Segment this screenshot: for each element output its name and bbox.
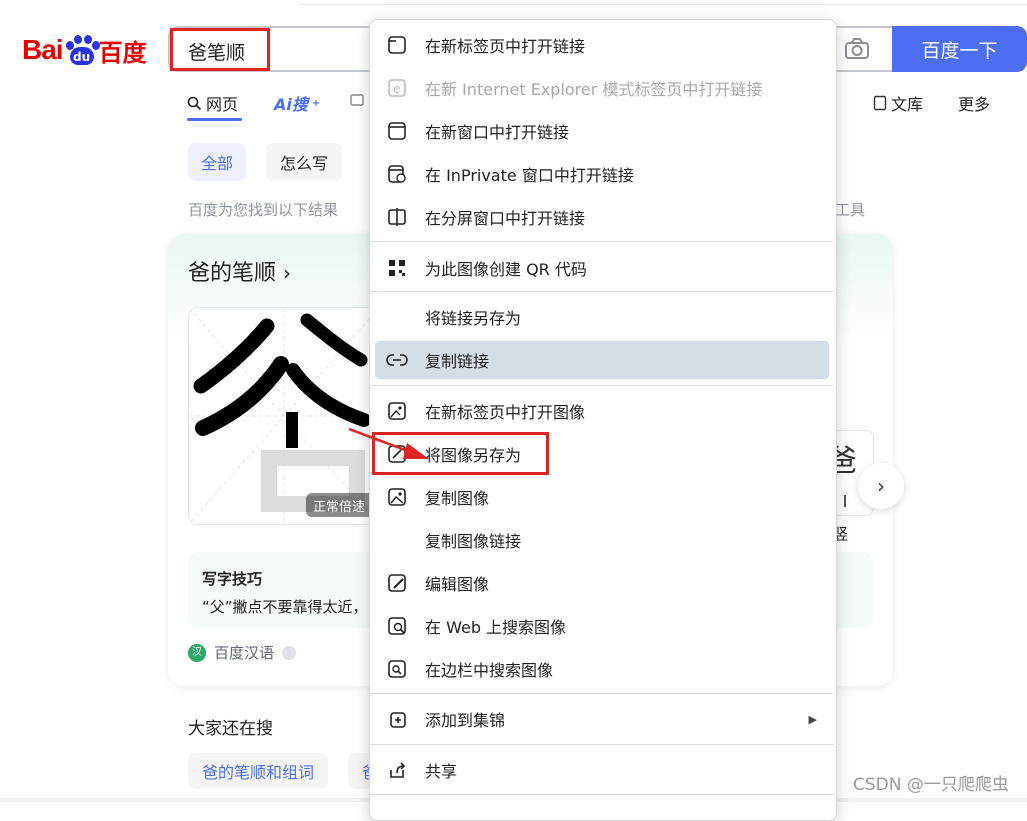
inprivate-icon [385, 162, 409, 186]
qr-code-icon [385, 256, 409, 280]
link-icon [385, 348, 409, 372]
tab-web[interactable]: 网页 [187, 91, 238, 115]
paw-icon: du [64, 35, 100, 65]
csdn-watermark: CSDN @一只爬爬虫 [853, 775, 1009, 795]
camera-icon[interactable] [843, 36, 871, 62]
tab-wenku-label: 文库 [891, 95, 924, 114]
baidu-logo[interactable]: Bai du 百度 [22, 30, 147, 70]
top-divider [300, 0, 1027, 5]
playback-speed-tag[interactable]: 正常倍速 [306, 493, 376, 517]
image-tab-icon [385, 399, 409, 423]
result-count-note: 百度为您找到以下结果 [188, 201, 339, 219]
tab-web-label: 网页 [206, 95, 239, 114]
annotation-arrow [348, 427, 429, 459]
menu-label: 在新标签页中打开图像 [425, 403, 586, 422]
search-icon [187, 96, 202, 110]
writing-tip-text: “父”撇点不要靠得太近， [202, 598, 368, 616]
menu-label: 将链接另存为 [425, 309, 522, 328]
collections-icon [385, 707, 409, 731]
tab-ai-label: Ai搜 [274, 95, 308, 114]
chip-how-to-write[interactable]: 怎么写 [266, 143, 342, 181]
menu-separator [370, 241, 834, 242]
menu-open-link-split-screen[interactable]: 在分屏窗口中打开链接 [375, 198, 829, 236]
menu-label: 在新窗口中打开链接 [425, 123, 570, 142]
card-title[interactable]: 爸的笔顺 › [188, 255, 291, 287]
menu-search-image-web[interactable]: 在 Web 上搜索图像 [375, 607, 829, 645]
menu-open-link-inprivate[interactable]: 在 InPrivate 窗口中打开链接 [375, 155, 829, 193]
menu-separator [370, 794, 834, 795]
svg-text:e: e [393, 82, 400, 96]
menu-label: 添加到集锦 [425, 711, 506, 730]
related-searches-title: 大家还在搜 [188, 719, 273, 739]
related-search-item[interactable]: 爸的笔顺和组词 [188, 753, 329, 789]
tab-ai-search[interactable]: Ai搜 + [274, 91, 320, 115]
window-icon [385, 119, 409, 143]
menu-separator [370, 744, 834, 745]
baidu-hanyu-icon: 汉 [188, 643, 206, 662]
card-title-text: 爸的笔顺 [188, 261, 277, 286]
menu-separator [370, 693, 834, 694]
submenu-arrow-icon: ▶ [808, 712, 817, 726]
tab-ai-sup: + [311, 97, 321, 109]
menu-copy-image-link[interactable]: 复制图像链接 [375, 521, 829, 559]
menu-open-link-new-window[interactable]: 在新窗口中打开链接 [375, 112, 829, 150]
menu-search-image-sidebar[interactable]: 在边栏中搜索图像 [375, 650, 829, 688]
tab-image[interactable] [350, 93, 364, 107]
menu-separator [370, 291, 834, 292]
menu-open-link-ie-mode[interactable]: e 在新 Internet Explorer 模式标签页中打开链接 [375, 69, 829, 107]
menu-label: 在 Web 上搜索图像 [425, 618, 567, 637]
menu-separator [370, 385, 834, 386]
logo-du-text: du [69, 47, 94, 65]
source-name: 百度汉语 [214, 644, 275, 662]
menu-copy-image[interactable]: 复制图像 [375, 478, 829, 516]
menu-label: 为此图像创建 QR 代码 [425, 260, 587, 279]
doc-icon [873, 95, 887, 111]
logo-bai-text: Bai [22, 34, 64, 65]
menu-label: 共享 [425, 762, 458, 781]
sidebar-search-icon [385, 657, 409, 681]
menu-label: 复制图像链接 [425, 532, 522, 551]
menu-open-link-new-tab[interactable]: 在新标签页中打开链接 [375, 26, 829, 64]
chevron-right-icon: › [283, 261, 292, 285]
writing-tip-title: 写字技巧 [202, 570, 263, 588]
menu-copy-link[interactable]: 复制链接 [375, 341, 829, 379]
active-tab-indicator [187, 118, 242, 121]
menu-create-qr-code[interactable]: 为此图像创建 QR 代码 [375, 249, 829, 287]
image-icon [350, 94, 364, 106]
menu-share[interactable]: 共享 [375, 751, 829, 789]
tab-more[interactable]: 更多 [958, 91, 990, 115]
logo-baidu-text: 百度 [98, 38, 147, 67]
menu-label: 编辑图像 [425, 575, 490, 594]
menu-label: 在 InPrivate 窗口中打开链接 [425, 166, 634, 185]
menu-edit-image[interactable]: 编辑图像 [375, 564, 829, 602]
new-tab-icon [385, 33, 409, 57]
web-image-search-icon [385, 614, 409, 638]
copy-image-icon [385, 485, 409, 509]
edit-image-icon [385, 571, 409, 595]
menu-label: 在边栏中搜索图像 [425, 661, 554, 680]
menu-label: 复制链接 [425, 352, 490, 371]
menu-save-link-as[interactable]: 将链接另存为 [375, 298, 829, 336]
menu-add-to-collections[interactable]: 添加到集锦 ▶ [375, 700, 829, 738]
tab-wenku[interactable]: 文库 [873, 91, 923, 115]
chevron-right-icon: › [877, 474, 885, 498]
verified-icon [282, 645, 297, 660]
ie-icon: e [385, 76, 409, 100]
menu-label: 在新 Internet Explorer 模式标签页中打开链接 [425, 80, 763, 99]
search-button[interactable]: 百度一下 [892, 26, 1027, 72]
annotation-box-query [170, 28, 270, 71]
menu-open-image-new-tab[interactable]: 在新标签页中打开图像 [375, 392, 829, 430]
tab-more-label: 更多 [958, 95, 991, 114]
split-screen-icon [385, 205, 409, 229]
menu-label: 在新标签页中打开链接 [425, 37, 586, 56]
menu-label: 在分屏窗口中打开链接 [425, 209, 586, 228]
source-link[interactable]: 汉 百度汉语 [188, 642, 297, 663]
menu-label: 复制图像 [425, 489, 490, 508]
share-icon [385, 758, 409, 782]
next-arrow-button[interactable]: › [858, 463, 904, 509]
chip-all[interactable]: 全部 [188, 143, 246, 181]
